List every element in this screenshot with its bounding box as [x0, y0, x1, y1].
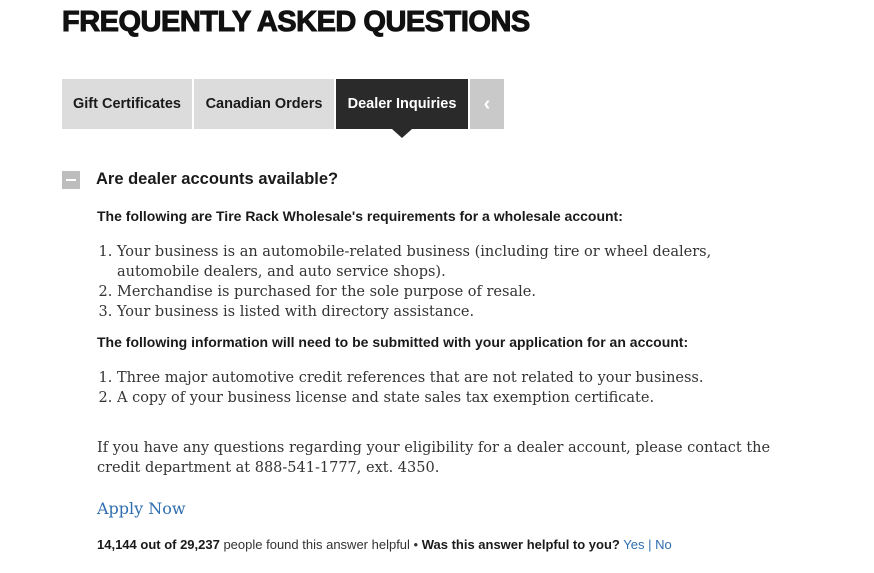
- page-title: FREQUENTLY ASKED QUESTIONS: [62, 6, 531, 39]
- helpful-feedback: 14,144 out of 29,237 people found this a…: [97, 537, 672, 552]
- requirements-list: Your business is an automobile-related b…: [97, 242, 797, 322]
- tab-canadian-orders[interactable]: Canadian Orders: [194, 79, 334, 129]
- helpful-count: 14,144 out of 29,237: [97, 537, 220, 552]
- requirements-heading: The following are Tire Rack Wholesale's …: [97, 208, 623, 224]
- helpful-text: people found this answer helpful •: [219, 537, 422, 552]
- separator: |: [648, 537, 652, 552]
- list-item: A copy of your business license and stat…: [117, 388, 797, 408]
- list-item: Your business is listed with directory a…: [117, 302, 797, 322]
- helpful-question: Was this answer helpful to you?: [421, 537, 620, 552]
- faq-answer: The following are Tire Rack Wholesale's …: [97, 206, 797, 478]
- no-link[interactable]: No: [655, 537, 672, 552]
- tab-gift-certificates[interactable]: Gift Certificates: [62, 79, 192, 129]
- apply-now-link[interactable]: Apply Now: [97, 499, 186, 518]
- faq-question[interactable]: Are dealer accounts available?: [62, 170, 338, 189]
- chevron-left-icon[interactable]: ‹: [470, 79, 504, 129]
- list-item: Three major automotive credit references…: [117, 368, 797, 388]
- list-item: Merchandise is purchased for the sole pu…: [117, 282, 797, 302]
- tab-dealer-inquiries[interactable]: Dealer Inquiries: [336, 79, 468, 138]
- faq-tabs: Gift Certificates Canadian Orders Dealer…: [62, 79, 504, 138]
- collapse-icon[interactable]: [62, 170, 80, 189]
- yes-link[interactable]: Yes: [623, 537, 644, 552]
- list-item: Your business is an automobile-related b…: [117, 242, 797, 282]
- contact-text: If you have any questions regarding your…: [97, 440, 771, 476]
- submission-list: Three major automotive credit references…: [97, 368, 797, 408]
- question-text[interactable]: Are dealer accounts available?: [96, 170, 338, 189]
- submission-heading: The following information will need to b…: [97, 334, 689, 350]
